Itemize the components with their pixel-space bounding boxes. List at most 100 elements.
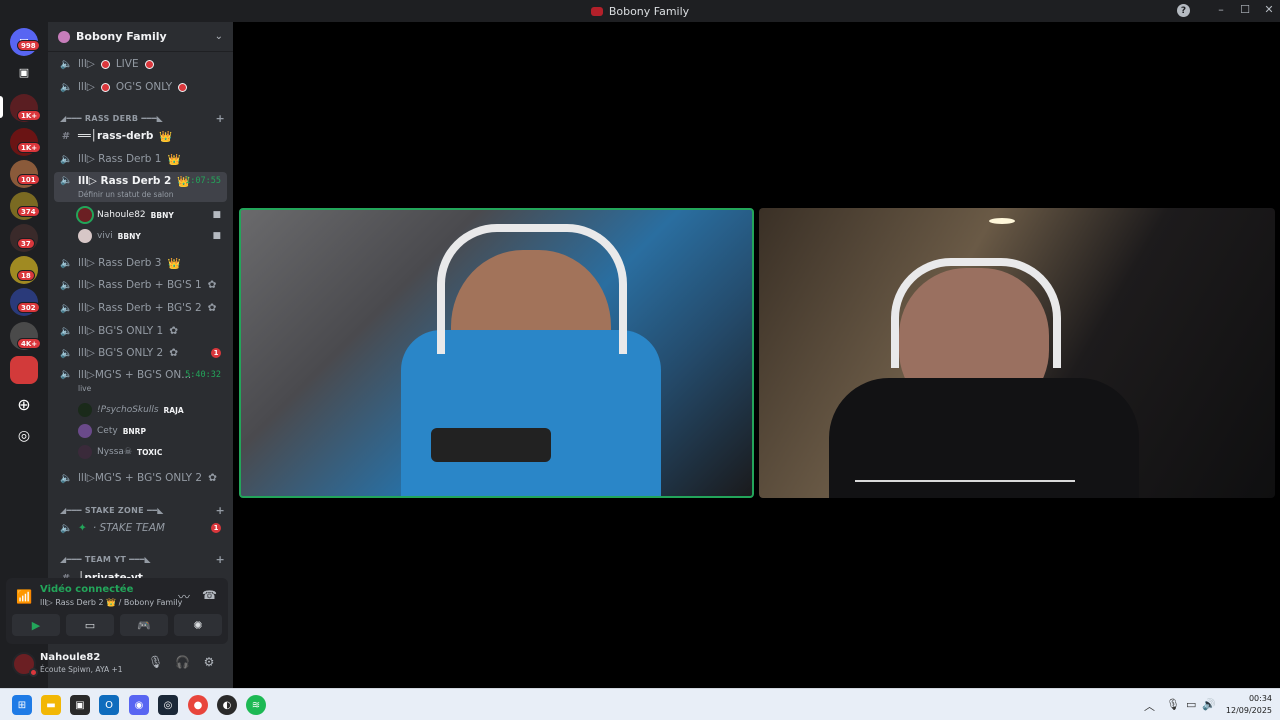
- category-team-yt[interactable]: ◢━━━ TEAM YT ━━━◣ +: [60, 552, 225, 566]
- voice-channel-mgs-bgs-2[interactable]: 🔈 lll▷MG'S + BG'S ONLY 2 ✿: [54, 468, 227, 488]
- add-channel-icon[interactable]: +: [215, 112, 225, 125]
- volume-tray-icon[interactable]: 🔊: [1202, 698, 1216, 711]
- shirt-stripe: [855, 480, 1075, 482]
- file-explorer-icon[interactable]: ▬: [41, 695, 61, 715]
- maximize-button[interactable]: ☐: [1237, 3, 1253, 16]
- discord-icon[interactable]: ◉: [129, 695, 149, 715]
- mention-badge: 1: [211, 523, 221, 533]
- video-tile-speaking[interactable]: [239, 208, 754, 498]
- voice-channel-bgs-only-2[interactable]: 🔈 lll▷ BG'S ONLY 2 ✿ 1: [54, 343, 227, 363]
- voice-channel-live[interactable]: 🔈 lll▷ LIVE: [54, 54, 227, 74]
- camera-button[interactable]: ▶: [12, 614, 60, 636]
- voice-user-name: !PsychoSkulls: [97, 405, 159, 415]
- voice-channel-rass-derb-1[interactable]: 🔈 lll▷ Rass Derb 1 👑: [54, 149, 227, 169]
- window-title: Bobony Family: [590, 5, 689, 18]
- system-clock[interactable]: 00:34 12/09/2025: [1222, 693, 1272, 717]
- video-tile[interactable]: [759, 208, 1275, 498]
- avatar: [78, 403, 92, 417]
- voice-channel-rass-derb-bgs-2[interactable]: 🔈 lll▷ Rass Derb + BG'S 2 ✿: [54, 298, 227, 318]
- soundboard-button[interactable]: ✺: [174, 614, 222, 636]
- unread-badge: 101: [17, 174, 40, 185]
- voice-connection-panel: 📶 Vidéo connectée lll▷ Rass Derb 2 👑 / B…: [6, 578, 228, 644]
- channel-name: lll▷ Rass Derb 2: [78, 175, 172, 187]
- text-channel-rass-derb[interactable]: # ══│rass-derb 👑: [54, 126, 227, 146]
- red-dot-icon: [100, 59, 110, 69]
- unread-badge: 18: [17, 270, 35, 281]
- avatar: [78, 229, 92, 243]
- inbox-icon[interactable]: ▣: [10, 58, 38, 86]
- speaker-icon: 🔈: [60, 257, 73, 269]
- add-channel-icon[interactable]: +: [215, 504, 225, 517]
- voice-user[interactable]: !PsychoSkulls RAJA: [78, 400, 225, 420]
- red-dot-icon: [178, 82, 188, 92]
- app-icon[interactable]: ◐: [217, 695, 237, 715]
- minimize-button[interactable]: –: [1213, 3, 1229, 16]
- server-name: Bobony Family: [76, 30, 167, 43]
- help-icon[interactable]: ?: [1177, 4, 1190, 17]
- video-stage: [233, 22, 1280, 688]
- speaker-icon: 🔈: [60, 369, 73, 380]
- voice-user[interactable]: Cety BNRP: [78, 421, 225, 441]
- voice-user[interactable]: vivi BBNY ■: [78, 226, 225, 246]
- category-stake-zone[interactable]: ◢━━━ STAKE ZONE ━━◣ +: [60, 503, 225, 517]
- microphone-icon[interactable]: 🎙: [148, 655, 163, 669]
- headphones-icon[interactable]: 🎧: [175, 655, 190, 669]
- microphone-graphic: [431, 428, 551, 462]
- add-channel-icon[interactable]: +: [215, 553, 225, 566]
- voice-user-name: vivi: [97, 231, 113, 241]
- store-icon[interactable]: ▣: [70, 695, 90, 715]
- steam-icon[interactable]: ◎: [158, 695, 178, 715]
- category-rass-derb[interactable]: ◢━━━ RASS DERB ━━━◣ +: [60, 111, 225, 125]
- screen-share-button[interactable]: ▭: [66, 614, 114, 636]
- network-tray-icon[interactable]: ▭: [1186, 698, 1196, 711]
- signal-icon[interactable]: 📶: [16, 590, 32, 605]
- voice-channel-bgs-only-1[interactable]: 🔈 lll▷ BG'S ONLY 1 ✿: [54, 321, 227, 341]
- voice-user[interactable]: Nyssa☠ TOXIC: [78, 442, 225, 462]
- channel-timer: 1:07:55: [185, 176, 221, 186]
- user-tag: BBNY: [117, 231, 141, 241]
- chevron-down-icon[interactable]: ⌄: [215, 31, 223, 42]
- voice-channel-rass-derb-3[interactable]: 🔈 lll▷ Rass Derb 3 👑: [54, 253, 227, 273]
- avatar: [78, 208, 92, 222]
- windows-start-icon[interactable]: ⊞: [12, 695, 32, 715]
- add-server-icon[interactable]: ⊕: [10, 390, 38, 418]
- disconnect-icon[interactable]: ☎: [202, 588, 217, 602]
- tray-overflow-icon[interactable]: ︿: [1144, 698, 1155, 714]
- voice-user-name: Nahoule82: [97, 210, 146, 220]
- channel-name: OG'S ONLY: [115, 81, 173, 93]
- voice-channel-mgs-bgs[interactable]: 🔈 lll▷MG'S + BG'S ON... 5:40:32 live: [54, 366, 227, 394]
- unread-badge: 374: [17, 206, 40, 217]
- speaker-icon: 🔈: [60, 325, 73, 337]
- settings-gear-icon[interactable]: ⚙: [202, 655, 216, 669]
- discover-icon[interactable]: ◎: [10, 422, 38, 450]
- spotify-icon[interactable]: ≋: [246, 695, 266, 715]
- mic-tray-icon[interactable]: 🎙: [1166, 698, 1180, 711]
- chrome-icon[interactable]: ●: [188, 695, 208, 715]
- unread-badge: 998: [17, 40, 40, 51]
- voice-status-title[interactable]: Vidéo connectée: [40, 584, 133, 595]
- noise-suppression-icon[interactable]: 〰: [178, 588, 190, 605]
- activities-button[interactable]: 🎮: [120, 614, 168, 636]
- server-header[interactable]: Bobony Family ⌄: [48, 22, 233, 52]
- channel-name: lll▷ Rass Derb + BG'S 2: [78, 302, 202, 314]
- speaker-icon: 🔈: [60, 153, 73, 165]
- channel-name: · STAKE TEAM: [92, 522, 165, 534]
- user-tag: TOXIC: [137, 447, 163, 457]
- voice-channel-ogs-only[interactable]: 🔈 lll▷ OG'S ONLY: [54, 77, 227, 97]
- channel-status[interactable]: Définir un statut de salon: [78, 190, 173, 199]
- voice-channel-rass-derb-2[interactable]: 🔈 lll▷ Rass Derb 2 👑 1:07:55 Définir un …: [54, 172, 227, 202]
- username[interactable]: Nahoule82: [40, 652, 100, 663]
- server-icon[interactable]: [10, 356, 38, 384]
- close-button[interactable]: ✕: [1261, 3, 1277, 16]
- hashtag-icon: #: [61, 130, 71, 142]
- voice-user[interactable]: Nahoule82 BBNY ■: [78, 205, 225, 225]
- speaker-icon: 🔈: [60, 302, 73, 314]
- unread-badge: 1K+: [17, 110, 42, 121]
- voice-channel-rass-derb-bgs-1[interactable]: 🔈 lll▷ Rass Derb + BG'S 1 ✿: [54, 275, 227, 295]
- status-indicator: [29, 668, 38, 677]
- voice-channel-stake-team[interactable]: 🔈 ✦ · STAKE TEAM 1: [54, 518, 227, 538]
- voice-status-channel[interactable]: lll▷ Rass Derb 2 👑 / Bobony Family: [40, 598, 182, 607]
- channel-prefix: lll▷: [78, 81, 95, 93]
- outlook-icon[interactable]: O: [99, 695, 119, 715]
- headset-graphic: [891, 258, 1061, 368]
